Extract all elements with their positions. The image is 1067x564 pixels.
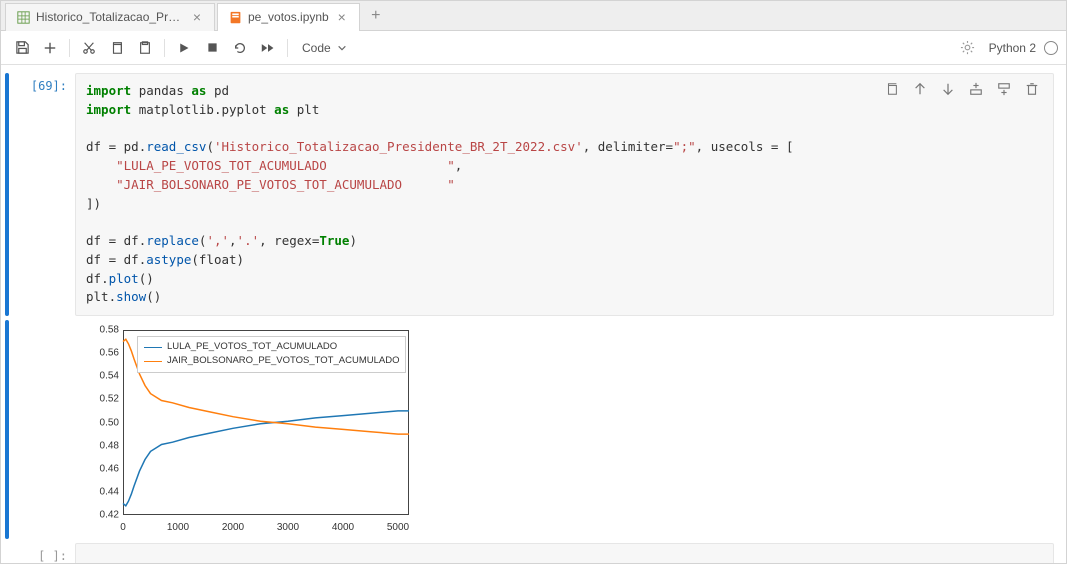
paste-button[interactable] [132, 35, 158, 61]
duplicate-icon[interactable] [882, 79, 902, 99]
y-tick-label: 0.48 [75, 440, 119, 451]
y-tick-label: 0.46 [75, 463, 119, 474]
y-tick-label: 0.50 [75, 417, 119, 428]
cell-type-label: Code [302, 41, 331, 55]
tab-file-1[interactable]: Historico_Totalizacao_Preside × [5, 3, 215, 31]
settings-button[interactable] [955, 35, 981, 61]
x-tick-label: 2000 [222, 522, 244, 533]
copy-button[interactable] [104, 35, 130, 61]
y-tick-label: 0.42 [75, 510, 119, 521]
cut-button[interactable] [76, 35, 102, 61]
close-icon[interactable]: × [335, 10, 349, 24]
x-tick-label: 5000 [387, 522, 409, 533]
cell-prompt: [ ]: [11, 543, 75, 563]
output-prompt [11, 320, 75, 539]
tab-label: pe_votos.ipynb [248, 10, 329, 24]
empty-code-cell[interactable]: [ ]: [5, 543, 1054, 563]
x-tick-label: 1000 [167, 522, 189, 533]
output-chart: 0.42 0.44 0.46 0.48 0.50 0.52 0.54 0.56 0.58 0 10… [75, 324, 415, 539]
legend-series-1: JAIR_BOLSONARO_PE_VOTOS_TOT_ACUMULADO [167, 354, 399, 368]
x-tick-label: 0 [120, 522, 126, 533]
code-editor[interactable] [75, 543, 1054, 563]
cell-action-toolbar [882, 79, 1042, 99]
notebook-icon [228, 10, 242, 24]
add-cell-button[interactable] [37, 35, 63, 61]
y-tick-label: 0.56 [75, 348, 119, 359]
cell-prompt: [69]: [11, 73, 75, 316]
insert-above-icon[interactable] [966, 79, 986, 99]
y-tick-label: 0.58 [75, 325, 119, 336]
run-all-button[interactable] [255, 35, 281, 61]
legend-series-0: LULA_PE_VOTOS_TOT_ACUMULADO [167, 340, 337, 354]
y-tick-label: 0.54 [75, 371, 119, 382]
y-tick-label: 0.52 [75, 394, 119, 405]
close-icon[interactable]: × [190, 10, 204, 24]
chevron-down-icon [337, 43, 347, 53]
tab-file-2[interactable]: pe_votos.ipynb × [217, 3, 360, 31]
run-button[interactable] [171, 35, 197, 61]
x-tick-label: 3000 [277, 522, 299, 533]
delete-icon[interactable] [1022, 79, 1042, 99]
move-down-icon[interactable] [938, 79, 958, 99]
kernel-status-icon[interactable] [1044, 41, 1058, 55]
cell-type-select[interactable]: Code [294, 35, 355, 61]
spreadsheet-icon [16, 10, 30, 24]
add-tab-button[interactable]: + [362, 7, 390, 25]
save-button[interactable] [9, 35, 35, 61]
move-up-icon[interactable] [910, 79, 930, 99]
notebook-toolbar: Code Python 2 [1, 31, 1066, 65]
insert-below-icon[interactable] [994, 79, 1014, 99]
x-tick-label: 4000 [332, 522, 354, 533]
tab-label: Historico_Totalizacao_Preside [36, 10, 184, 24]
y-tick-label: 0.44 [75, 486, 119, 497]
tab-bar: Historico_Totalizacao_Preside × pe_votos… [1, 1, 1066, 31]
stop-button[interactable] [199, 35, 225, 61]
restart-button[interactable] [227, 35, 253, 61]
chart-legend: LULA_PE_VOTOS_TOT_ACUMULADO JAIR_BOLSONA… [137, 336, 406, 373]
notebook-area[interactable]: [69]: import pandas as pd import matplot… [1, 65, 1066, 563]
output-cell: 0.42 0.44 0.46 0.48 0.50 0.52 0.54 0.56 0.58 0 10… [5, 320, 1054, 539]
kernel-name[interactable]: Python 2 [989, 41, 1036, 55]
code-editor[interactable]: import pandas as pd import matplotlib.py… [75, 73, 1054, 316]
code-cell[interactable]: [69]: import pandas as pd import matplot… [5, 73, 1054, 316]
